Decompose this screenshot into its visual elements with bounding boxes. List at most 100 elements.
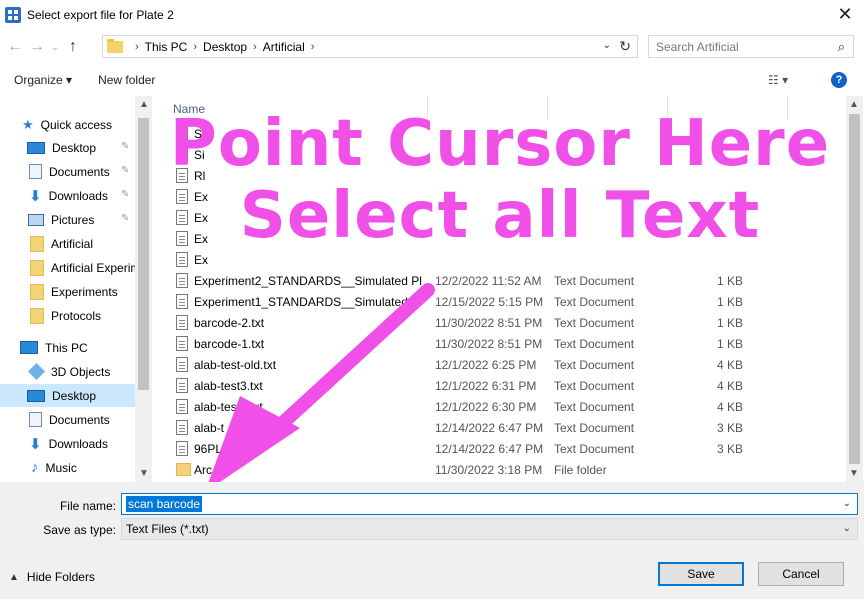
file-row[interactable]: Si [152,144,846,165]
hide-folders-label: Hide Folders [26,570,95,584]
breadcrumb-desktop[interactable]: Desktop [203,40,247,54]
file-row[interactable]: Ex [152,228,846,249]
new-folder-button[interactable]: New folder [98,73,155,87]
file-row[interactable]: Experiment2_STANDARDS__Simulated Pl... 12… [152,270,846,291]
column-divider[interactable] [667,96,668,120]
sidebar-item-downloads[interactable]: ⬇ Downloads [29,184,108,207]
back-arrow-icon[interactable]: ← [4,38,26,56]
file-size-cell: 4 KB [717,400,744,414]
sidebar-item-quick-access[interactable]: ★ Quick access [22,113,112,136]
file-row[interactable]: Ex [152,249,846,270]
breadcrumb-this-pc[interactable]: This PC [145,40,188,54]
sidebar-item-documents[interactable]: Documents [29,160,110,183]
refresh-icon[interactable]: ↻ [619,38,631,55]
file-row[interactable]: Si [152,123,846,144]
file-name-field[interactable]: scan barcode ⌄ [121,493,858,515]
column-divider[interactable] [787,96,788,120]
sidebar-item-desktop-selected[interactable]: Desktop [0,384,135,407]
file-date-cell: 12/1/2022 6:25 PM [435,358,537,372]
forward-arrow-icon[interactable]: → [26,38,48,56]
organize-button[interactable]: Organize ▾ [14,73,72,87]
file-row[interactable]: alab-test2.txt 12/1/2022 6:30 PM Text Docu… [152,396,846,417]
file-size-cell: 1 KB [717,295,744,309]
sidebar-item-music[interactable]: ♪ Music [31,456,77,479]
chevron-down-icon[interactable]: ⌄ [603,40,611,51]
search-icon[interactable]: ⌕ [838,39,845,55]
file-row[interactable]: alab-test-old.txt 12/1/2022 6:25 PM Text D… [152,354,846,375]
sidebar-item-this-pc[interactable]: This PC [20,336,88,359]
file-row[interactable]: barcode-2.txt 11/30/2022 8:51 PM Text Docu… [152,312,846,333]
file-row[interactable]: alab-t 12/14/2022 6:47 PM Text Document 3 K… [152,417,846,438]
desktop-icon [27,141,45,154]
column-divider[interactable] [547,96,548,120]
sidebar-item-label: Downloads [48,436,108,451]
pin-icon: ✎ [121,213,130,224]
column-name-header[interactable]: Name [173,102,205,116]
sidebar-item-label: Music [45,460,77,475]
chevron-down-icon[interactable]: ⌄ [843,498,851,509]
file-row[interactable]: 96PL 12/14/2022 6:47 PM Text Document 3 KB [152,438,846,459]
column-divider[interactable] [427,96,428,120]
file-row[interactable]: alab-test3.txt 12/1/2022 6:31 PM Text Docu… [152,375,846,396]
file-row[interactable]: barcode-1.txt 11/30/2022 8:51 PM Text Docu… [152,333,846,354]
text-file-icon [176,399,188,414]
text-file-icon [176,336,188,351]
file-name-value[interactable]: scan barcode [126,496,203,512]
save-button[interactable]: Save [658,562,744,586]
scroll-down-icon[interactable]: ▼ [139,468,149,479]
sidebar-item-protocols[interactable]: Protocols [30,304,101,327]
folder-icon [176,463,191,476]
cancel-button[interactable]: Cancel [758,562,844,586]
pc-icon [20,341,38,354]
file-type-cell: Text Document [554,316,635,330]
breadcrumb-separator: › [135,40,139,53]
scroll-down-icon[interactable]: ▼ [849,468,859,479]
file-type-cell: Text Document [554,400,635,414]
file-row[interactable]: Arc 11/30/2022 3:18 PM File folder [152,459,846,480]
scroll-up-icon[interactable]: ▲ [139,99,149,110]
file-type-cell: Text Document [554,295,635,309]
folder-icon [107,38,123,53]
sidebar-item-label: This PC [45,340,88,355]
sidebar-item-3d-objects[interactable]: 3D Objects [28,360,110,383]
recent-locations-icon[interactable]: ⌄ [48,42,62,53]
file-type-cell: Text Document [554,274,635,288]
sidebar-item-documents-pc[interactable]: Documents [29,408,110,431]
sidebar-item-experiments[interactable]: Experiments [30,280,118,303]
file-date-cell: 12/2/2022 11:52 AM [435,274,542,288]
sidebar-item-label: Pictures [51,212,95,227]
file-name-cell: Si [194,148,205,162]
up-arrow-icon[interactable]: ↑ [62,38,84,56]
file-size-cell: 3 KB [717,421,744,435]
sidebar-item-artificial[interactable]: Artificial [30,232,93,255]
sidebar-item-desktop[interactable]: Desktop [27,136,96,159]
sidebar-item-artificial-experim[interactable]: Artificial Experim [30,256,140,279]
view-options-icon[interactable]: ☷ ▾ [768,73,788,87]
search-input[interactable]: Search Artificial ⌕ [648,35,854,58]
star-icon: ★ [22,116,34,132]
file-name-cell: barcode-1.txt [194,337,265,351]
sidebar-scrollbar-thumb[interactable] [138,118,149,390]
breadcrumb-separator: › [310,40,315,53]
breadcrumb-artificial[interactable]: Artificial [263,40,305,54]
hide-folders-button[interactable]: ▲ Hide Folders [9,570,95,584]
help-icon[interactable]: ? [831,72,847,88]
sidebar-item-downloads-pc[interactable]: ⬇ Downloads [29,432,108,455]
file-row[interactable]: Rl [152,165,846,186]
file-list-scrollbar-thumb[interactable] [849,114,860,464]
documents-icon [29,164,42,179]
save-type-label: Save as type: [43,523,116,537]
column-header: Name [152,96,846,120]
scroll-up-icon[interactable]: ▲ [849,99,859,110]
text-file-icon [176,168,188,183]
chevron-down-icon[interactable]: ⌄ [843,523,851,534]
sidebar-item-pictures[interactable]: Pictures [28,208,94,231]
file-row[interactable]: Ex [152,186,846,207]
address-bar[interactable]: › This PC › Desktop › Artificial › ⌄ ↻ [102,35,638,58]
title-bar: Select export file for Plate 2 ✕ [0,0,864,30]
address-row: ← → ⌄ ↑ › This PC › Desktop › Artificial… [0,30,864,64]
close-icon[interactable]: ✕ [834,4,856,26]
file-row[interactable]: Experiment1_STANDARDS__Simulated Pl... 12… [152,291,846,312]
save-type-select[interactable]: Text Files (*.txt) ⌄ [121,518,858,540]
file-row[interactable]: Ex [152,207,846,228]
